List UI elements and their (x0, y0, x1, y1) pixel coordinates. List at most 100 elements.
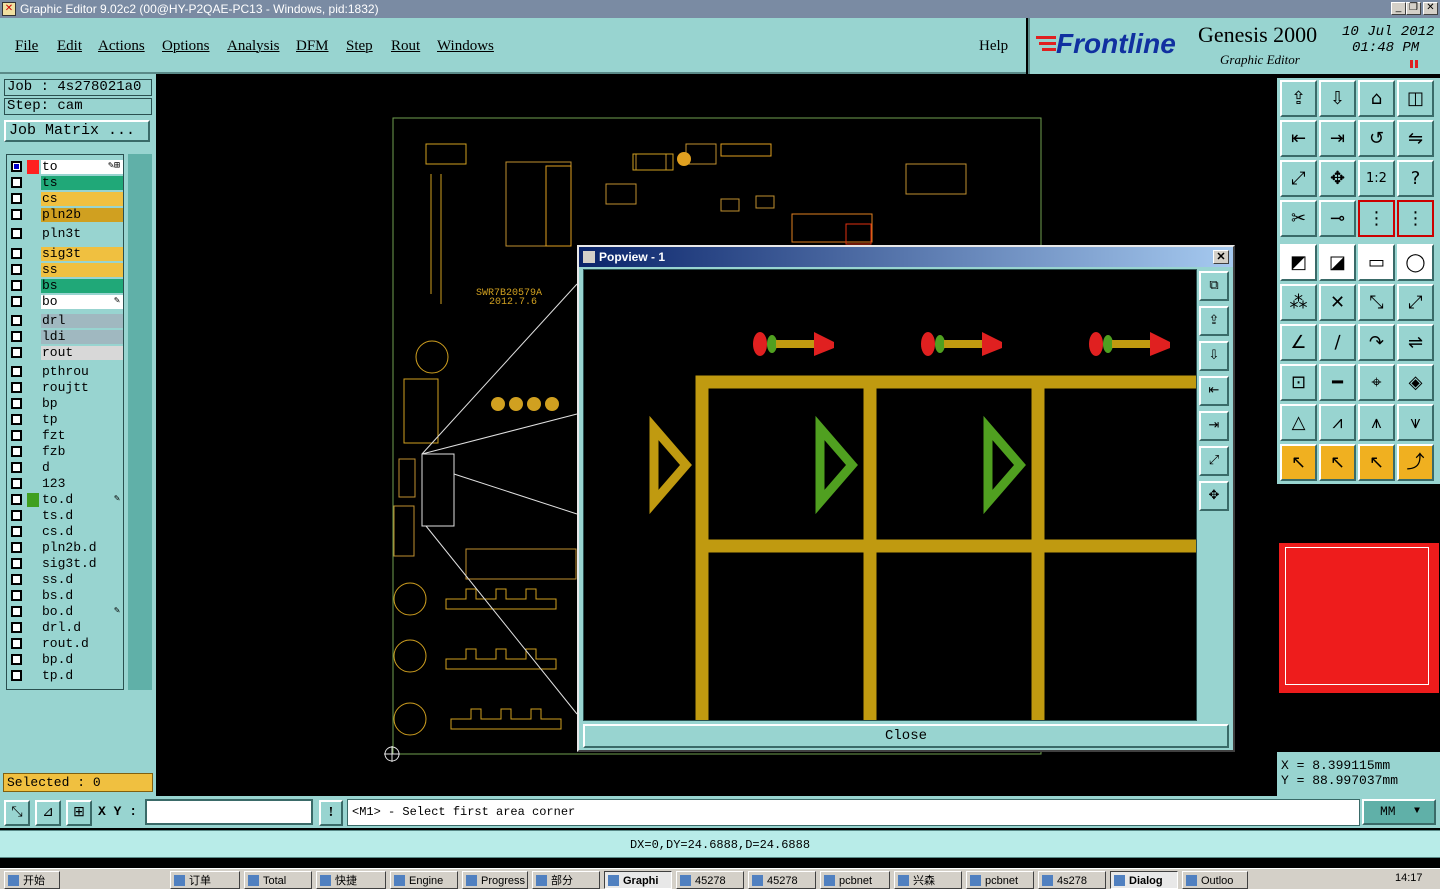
layer-checkbox[interactable] (11, 228, 22, 239)
layer-row[interactable]: ts.d (7, 508, 125, 524)
layer-name[interactable]: tp.d (41, 669, 123, 683)
layer-name[interactable]: pln2b (41, 208, 123, 222)
layer-name[interactable]: pln3t (41, 227, 123, 241)
taskbar-item[interactable]: pcbnet (966, 871, 1034, 889)
xy-input[interactable] (145, 799, 313, 825)
layer-checkbox[interactable] (11, 606, 22, 617)
layer-checkbox[interactable] (11, 478, 22, 489)
layer-row[interactable]: bp (7, 396, 125, 412)
popview-canvas[interactable] (583, 269, 1197, 721)
layer-color-swatch[interactable] (27, 589, 39, 603)
tool-button-6-2[interactable]: ↷ (1358, 324, 1395, 361)
layer-color-swatch[interactable] (27, 314, 39, 328)
minimize-button[interactable]: _ (1391, 2, 1406, 15)
layer-name[interactable]: d (41, 461, 123, 475)
layer-color-swatch[interactable] (27, 160, 39, 174)
layer-row[interactable]: cs.d (7, 524, 125, 540)
layer-row[interactable]: fzt (7, 428, 125, 444)
taskbar-item[interactable]: 4s278 (1038, 871, 1106, 889)
menu-actions[interactable]: Actions (98, 38, 145, 55)
layer-row[interactable]: sig3t.d (7, 556, 125, 572)
menu-options[interactable]: Options (162, 38, 210, 55)
layer-name[interactable]: ldi (41, 330, 123, 344)
tool-button-5-3[interactable]: ⤢ (1397, 284, 1434, 321)
popview-fit-button[interactable]: ⤢ (1199, 446, 1229, 476)
layer-checkbox[interactable] (11, 670, 22, 681)
layer-row[interactable]: drl (7, 313, 125, 329)
tool-button-6-1[interactable]: ∕ (1319, 324, 1356, 361)
layer-row[interactable]: bp.d (7, 652, 125, 668)
layer-color-swatch[interactable] (27, 461, 39, 475)
tool-button-1-2[interactable]: ↺ (1358, 120, 1395, 157)
layer-color-swatch[interactable] (27, 295, 39, 309)
tool-button-5-0[interactable]: ⁂ (1280, 284, 1317, 321)
tool-button-4-2[interactable]: ▭ (1358, 244, 1395, 281)
tool-button-8-0[interactable]: △ (1280, 404, 1317, 441)
layer-color-swatch[interactable] (27, 176, 39, 190)
layer-checkbox[interactable] (11, 161, 22, 172)
layer-row[interactable]: pthrou (7, 364, 125, 380)
layer-color-swatch[interactable] (27, 605, 39, 619)
layer-row[interactable]: bs (7, 278, 125, 294)
tool-button-5-1[interactable]: ✕ (1319, 284, 1356, 321)
tool-button-0-3[interactable]: ◫ (1397, 80, 1434, 117)
layer-checkbox[interactable] (11, 590, 22, 601)
tool-button-4-3[interactable]: ◯ (1397, 244, 1434, 281)
layer-color-swatch[interactable] (27, 509, 39, 523)
layer-checkbox[interactable] (11, 382, 22, 393)
taskbar-item[interactable]: Outloo (1182, 871, 1248, 889)
layer-name[interactable]: to ✎⊞ (41, 160, 123, 174)
popview-pan-down-button[interactable]: ⇩ (1199, 341, 1229, 371)
popview-close-icon[interactable]: ✕ (1213, 250, 1229, 264)
layer-name[interactable]: ts (41, 176, 123, 190)
tool-button-8-1[interactable]: ⩘ (1319, 404, 1356, 441)
layer-name[interactable]: pln2b.d (41, 541, 123, 555)
layer-name[interactable]: 123 (41, 477, 123, 491)
close-window-button[interactable]: ✕ (1423, 2, 1438, 15)
popview-pan-right-button[interactable]: ⇥ (1199, 411, 1229, 441)
layer-name[interactable]: drl.d (41, 621, 123, 635)
layer-name[interactable]: bs (41, 279, 123, 293)
taskbar-item[interactable]: 45278 (748, 871, 816, 889)
popview-pan-up-button[interactable]: ⇪ (1199, 306, 1229, 336)
menu-dfm[interactable]: DFM (296, 38, 329, 55)
layer-checkbox[interactable] (11, 446, 22, 457)
layer-name[interactable]: bo ✎ (41, 295, 123, 309)
taskbar-item[interactable]: pcbnet (820, 871, 890, 889)
taskbar-item[interactable]: Dialog (1110, 871, 1178, 889)
layer-row[interactable]: fzb (7, 444, 125, 460)
layer-checkbox[interactable] (11, 398, 22, 409)
alert-icon[interactable]: ! (319, 800, 343, 826)
layer-checkbox[interactable] (11, 280, 22, 291)
layer-name[interactable]: fzt (41, 429, 123, 443)
menu-step[interactable]: Step (346, 38, 373, 55)
layer-name[interactable]: sig3t.d (41, 557, 123, 571)
taskbar-item[interactable]: Graphi (604, 871, 672, 889)
layer-name[interactable]: bs.d (41, 589, 123, 603)
tool-button-9-3[interactable]: ⤴ (1397, 444, 1434, 481)
layer-row[interactable]: roujtt (7, 380, 125, 396)
popview-center-button[interactable]: ✥ (1199, 481, 1229, 511)
tool-button-3-1[interactable]: ⊸ (1319, 200, 1356, 237)
tool-button-8-3[interactable]: ⩛ (1397, 404, 1434, 441)
layer-color-swatch[interactable] (27, 477, 39, 491)
layer-row[interactable]: tp (7, 412, 125, 428)
layer-row[interactable]: pln2b (7, 207, 125, 223)
tool-button-4-1[interactable]: ◪ (1319, 244, 1356, 281)
tool-button-6-0[interactable]: ∠ (1280, 324, 1317, 361)
tool-button-1-0[interactable]: ⇤ (1280, 120, 1317, 157)
layer-color-swatch[interactable] (27, 573, 39, 587)
layer-color-swatch[interactable] (27, 208, 39, 222)
layer-checkbox[interactable] (11, 558, 22, 569)
layer-checkbox[interactable] (11, 347, 22, 358)
popview-close-button[interactable]: Close (583, 724, 1229, 748)
layer-checkbox[interactable] (11, 638, 22, 649)
layer-checkbox[interactable] (11, 654, 22, 665)
layer-color-swatch[interactable] (27, 525, 39, 539)
layer-checkbox[interactable] (11, 510, 22, 521)
layer-row[interactable]: d (7, 460, 125, 476)
tool-button-9-1[interactable]: ↖ (1319, 444, 1356, 481)
layer-color-swatch[interactable] (27, 279, 39, 293)
layer-color-swatch[interactable] (27, 621, 39, 635)
taskbar-item[interactable]: Engine (390, 871, 458, 889)
